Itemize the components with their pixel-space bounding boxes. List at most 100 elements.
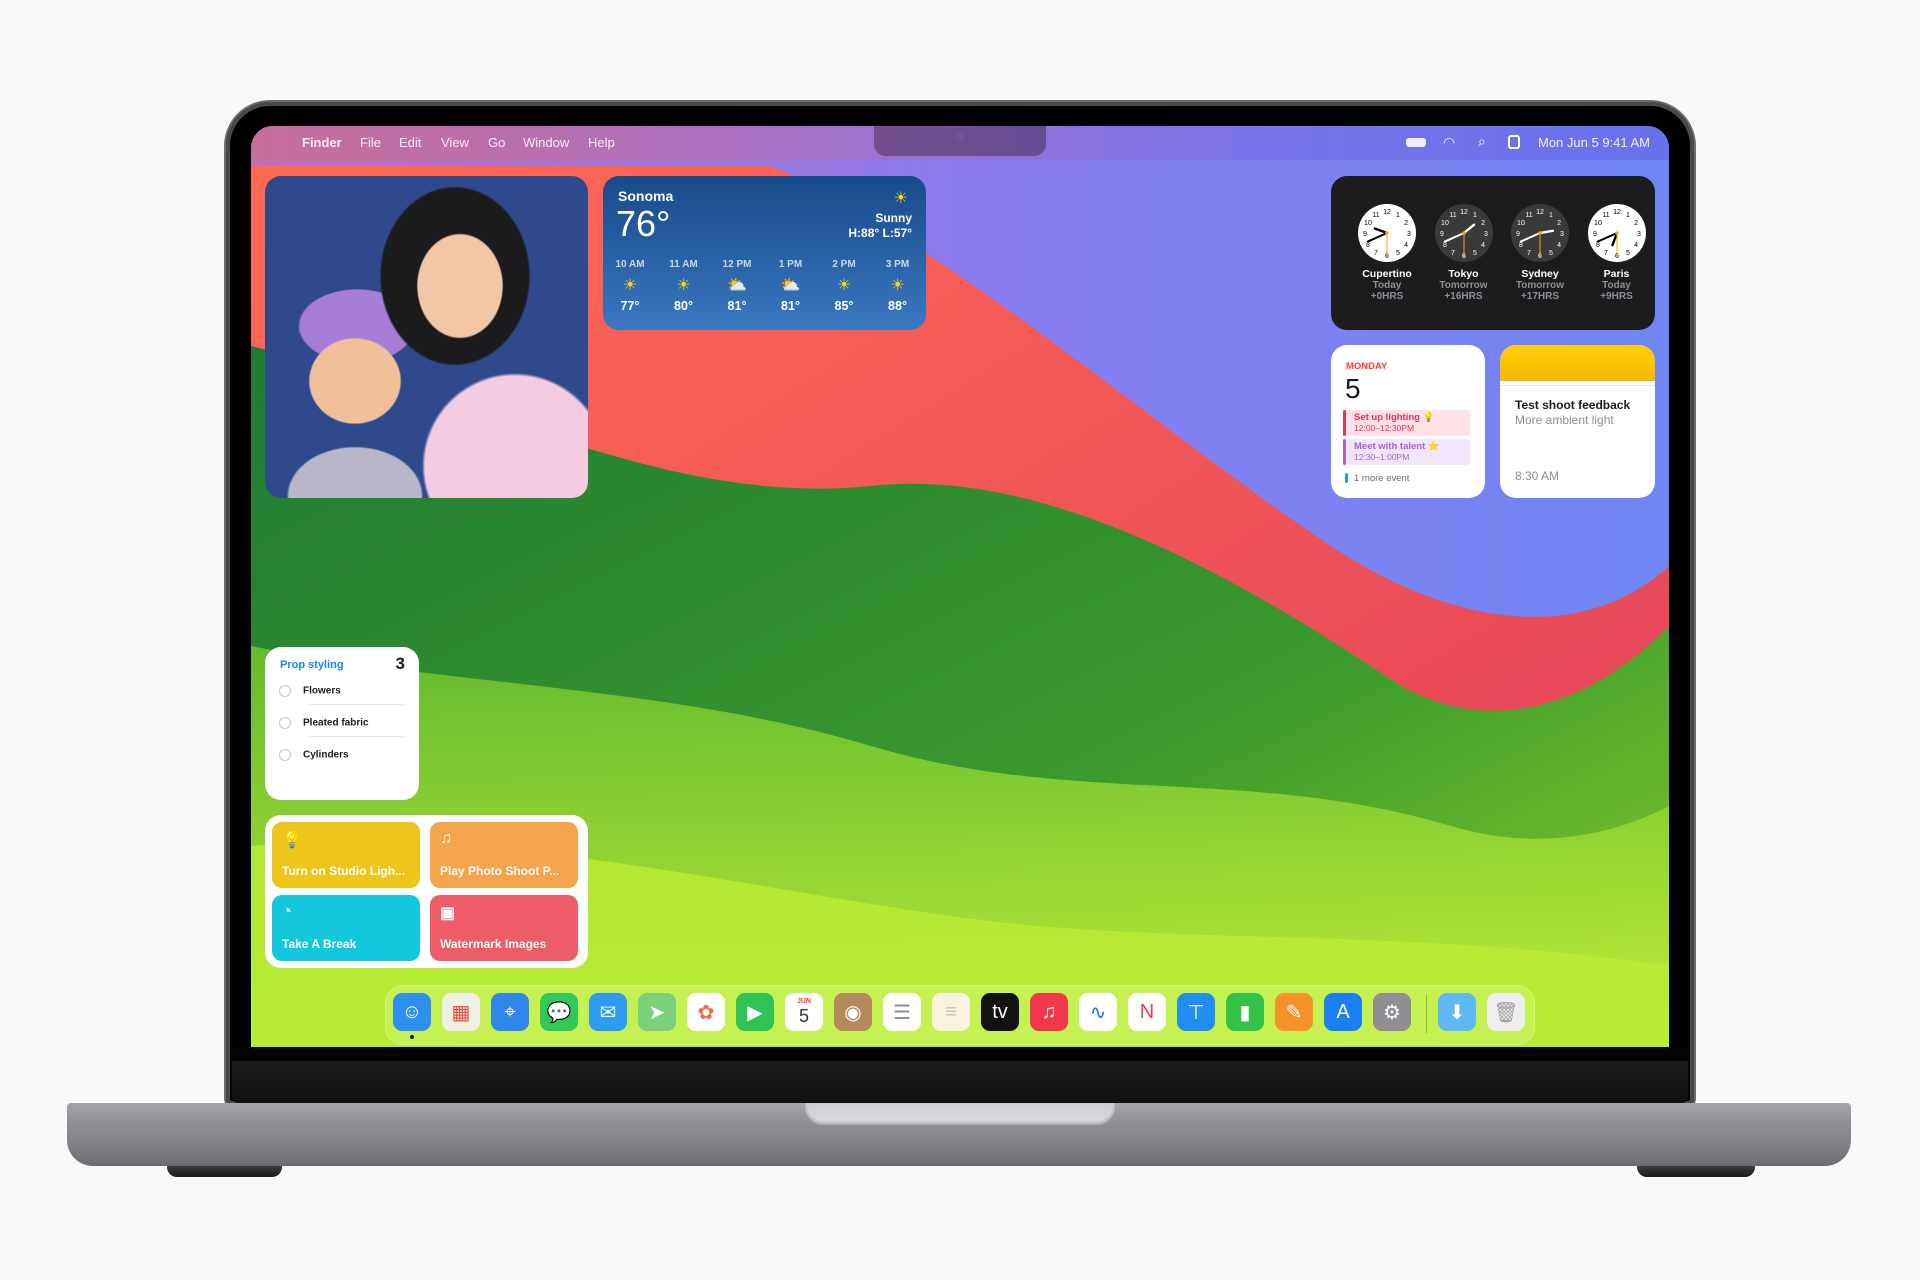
menu-help[interactable]: Help bbox=[588, 135, 615, 150]
search-icon[interactable]: ⌕ bbox=[1478, 133, 1486, 150]
event-time: 12:30–1:00PM bbox=[1354, 452, 1410, 462]
shortcut-tile[interactable]: ▣ Watermark Images bbox=[430, 895, 578, 961]
news-icon[interactable]: N bbox=[1128, 993, 1166, 1031]
svg-text:1: 1 bbox=[1626, 212, 1630, 219]
svg-text:4: 4 bbox=[1481, 242, 1485, 249]
photos-icon[interactable]: ✿ bbox=[687, 993, 725, 1031]
menu-file[interactable]: File bbox=[360, 135, 381, 150]
downloads-folder-icon[interactable]: ⬇ bbox=[1438, 993, 1476, 1031]
mail-icon[interactable]: ✉ bbox=[589, 993, 627, 1031]
keynote-icon[interactable]: ⊤ bbox=[1177, 993, 1215, 1031]
svg-text:7: 7 bbox=[1451, 250, 1455, 257]
calendar-widget[interactable]: MONDAY 5 Set up lighting 💡 12:00–12:30PM… bbox=[1331, 345, 1485, 498]
dock-glyph: ≡ bbox=[945, 1000, 957, 1023]
menu-finder[interactable]: Finder bbox=[302, 135, 342, 150]
checkbox-icon[interactable] bbox=[279, 717, 291, 729]
reminder-item[interactable]: Flowers bbox=[279, 685, 341, 697]
reminder-label: Cylinders bbox=[303, 749, 349, 761]
hour-temp: 81° bbox=[727, 299, 747, 313]
wifi-icon[interactable]: ◠ bbox=[1443, 134, 1455, 151]
svg-text:1: 1 bbox=[1549, 212, 1553, 219]
partly-cloudy-icon: ⛅ bbox=[780, 277, 801, 294]
clock-day: Tomorrow bbox=[1515, 280, 1565, 291]
dock-glyph: tv bbox=[992, 1000, 1008, 1023]
svg-text:4: 4 bbox=[1404, 242, 1408, 249]
maps-icon[interactable]: ➤ bbox=[638, 993, 676, 1031]
menu-view[interactable]: View bbox=[441, 135, 469, 150]
finder-icon[interactable]: ☺ bbox=[393, 993, 431, 1031]
checkbox-icon[interactable] bbox=[279, 685, 291, 697]
reminders-list-name: Prop styling bbox=[280, 659, 344, 671]
dock-glyph: ☰ bbox=[893, 1001, 911, 1024]
trash-icon[interactable]: 🗑 bbox=[1487, 993, 1525, 1031]
menu-go[interactable]: Go bbox=[488, 135, 505, 150]
clock-face: 123456789101112 bbox=[1587, 204, 1646, 262]
calendar-weekday: MONDAY bbox=[1346, 361, 1388, 372]
menu-edit[interactable]: Edit bbox=[399, 135, 421, 150]
notes-icon[interactable]: ≡ bbox=[932, 993, 970, 1031]
weather-widget[interactable]: Sonoma 76° ☀ Sunny H:88° L:57° 10 AM ☀ 7… bbox=[603, 176, 926, 330]
control-center-icon[interactable] bbox=[1508, 135, 1520, 149]
calendar-icon[interactable]: JUN 5 bbox=[785, 993, 823, 1031]
reminders-icon[interactable]: ☰ bbox=[883, 993, 921, 1031]
event-color-bar bbox=[1343, 410, 1346, 436]
shortcut-tile[interactable]: ◔ Take A Break bbox=[272, 895, 420, 961]
dock-glyph: ✎ bbox=[1285, 1001, 1303, 1024]
reminders-widget[interactable]: Prop styling 3 Flowers Pleated fabric Cyli… bbox=[265, 647, 419, 800]
dock-glyph: ◉ bbox=[844, 1001, 862, 1024]
svg-text:10: 10 bbox=[1441, 220, 1449, 227]
calendar-event[interactable]: Meet with talent ⭐ 12:30–1:00PM bbox=[1343, 439, 1470, 465]
hour-temp: 85° bbox=[834, 299, 854, 313]
hourly-forecast: 12 PM ⛅ 81° bbox=[712, 259, 762, 313]
freeform-icon[interactable]: ∿ bbox=[1079, 993, 1117, 1031]
messages-icon[interactable]: 💬 bbox=[540, 993, 578, 1031]
clock-offset: +17HRS bbox=[1520, 291, 1560, 302]
numbers-icon[interactable]: ▮ bbox=[1226, 993, 1264, 1031]
shortcut-tile[interactable]: ♫ Play Photo Shoot P... bbox=[430, 822, 578, 888]
app-store-icon[interactable]: A bbox=[1324, 993, 1362, 1031]
hour-label: 12 PM bbox=[722, 259, 752, 270]
pages-icon[interactable]: ✎ bbox=[1275, 993, 1313, 1031]
svg-text:7: 7 bbox=[1374, 250, 1378, 257]
svg-text:12: 12 bbox=[1536, 209, 1544, 216]
calendar-more-label: 1 more event bbox=[1354, 473, 1410, 484]
menu-clock[interactable]: Mon Jun 5 9:41 AM bbox=[1538, 135, 1650, 150]
calendar-event[interactable]: Set up lighting 💡 12:00–12:30PM bbox=[1343, 410, 1470, 436]
sun-icon: ☀ bbox=[836, 277, 852, 294]
svg-text:7: 7 bbox=[1604, 250, 1608, 257]
svg-text:3: 3 bbox=[1637, 231, 1641, 238]
reminder-item[interactable]: Cylinders bbox=[279, 749, 349, 761]
reminder-item[interactable]: Pleated fabric bbox=[279, 717, 369, 729]
world-clock-widget[interactable]: 123456789101112 CupertinoToday+0HRS12345… bbox=[1331, 176, 1655, 330]
contacts-icon[interactable]: ◉ bbox=[834, 993, 872, 1031]
dock-glyph: ⊤ bbox=[1187, 1001, 1205, 1024]
battery-icon[interactable] bbox=[1406, 138, 1426, 147]
safari-icon[interactable]: ⌖ bbox=[491, 993, 529, 1031]
music-note-icon: ♫ bbox=[440, 830, 452, 847]
dock-glyph: 🗑 bbox=[1493, 1001, 1519, 1024]
launchpad-icon[interactable]: ▦ bbox=[442, 993, 480, 1031]
shortcut-tile[interactable]: 💡 Turn on Studio Ligh... bbox=[272, 822, 420, 888]
clock-city: Sydney bbox=[1521, 268, 1559, 280]
hour-label: 11 AM bbox=[669, 259, 698, 270]
notes-widget[interactable]: Test shoot feedback More ambient light 8… bbox=[1500, 345, 1655, 498]
svg-text:1: 1 bbox=[1396, 212, 1400, 219]
hour-temp: 77° bbox=[620, 299, 640, 313]
music-icon[interactable]: ♫ bbox=[1030, 993, 1068, 1031]
weather-high-low: H:88° L:57° bbox=[848, 226, 912, 240]
laptop-foot-left bbox=[167, 1166, 282, 1177]
clock-face: 123456789101112 bbox=[1511, 204, 1569, 262]
dock-glyph: ▮ bbox=[1239, 1001, 1251, 1024]
checkbox-icon[interactable] bbox=[279, 749, 291, 761]
settings-icon[interactable]: ⚙ bbox=[1373, 993, 1411, 1031]
apple-tv-icon[interactable]: tv bbox=[981, 993, 1019, 1031]
svg-text:4: 4 bbox=[1634, 242, 1638, 249]
photo-widget[interactable] bbox=[265, 176, 588, 498]
dock-glyph: ☺ bbox=[401, 1000, 423, 1023]
facetime-icon[interactable]: ▶ bbox=[736, 993, 774, 1031]
shortcut-label: Play Photo Shoot P... bbox=[440, 864, 560, 878]
clock-city: Paris bbox=[1603, 268, 1630, 280]
menu-window[interactable]: Window bbox=[523, 135, 569, 150]
svg-text:12: 12 bbox=[1460, 209, 1468, 216]
svg-text:9: 9 bbox=[1363, 231, 1367, 238]
